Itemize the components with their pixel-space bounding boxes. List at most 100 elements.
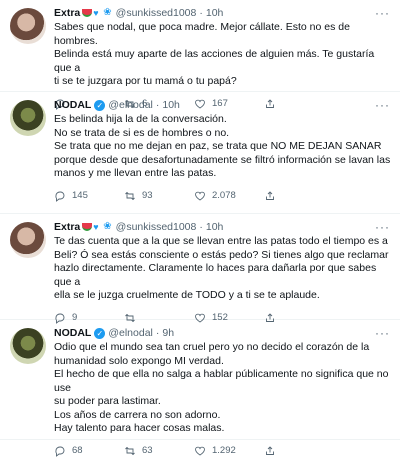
- retweet-button[interactable]: 93: [124, 190, 194, 202]
- share-button[interactable]: [264, 190, 282, 202]
- retweet-icon: [125, 446, 135, 455]
- timestamp[interactable]: 10h: [206, 220, 224, 234]
- tweet-line: su poder para lastimar.: [54, 395, 161, 407]
- retweet-count: 93: [142, 190, 153, 201]
- avatar[interactable]: [10, 100, 46, 136]
- tweet-line: Sabes que nodal, que poca madre. Mejor c…: [54, 21, 350, 47]
- tweet-line: manos y me llevan entre las patas.: [54, 167, 217, 179]
- tweet-line: Se trata que no me dejan en paz, se trat…: [54, 140, 382, 152]
- tweet-line: porque desde que desafortunadamente se f…: [54, 153, 391, 166]
- tweet-header: NODAL ✓ @elnodal · 10h ···: [54, 98, 392, 112]
- separator-dot: ·: [155, 99, 160, 111]
- reply-count: 9: [72, 312, 78, 323]
- share-icon: [266, 312, 274, 322]
- share-button[interactable]: [264, 445, 282, 457]
- tweet-actions: 68 63 1.292: [54, 440, 392, 462]
- reply-button[interactable]: 9: [54, 312, 124, 324]
- reply-icon: [55, 313, 65, 324]
- tweet-body: NODAL ✓ @elnodal · 10h ··· Es belinda hi…: [54, 98, 392, 213]
- share-button[interactable]: [264, 312, 282, 324]
- watermelon-icon: [82, 9, 93, 17]
- display-name[interactable]: Extra: [54, 220, 80, 234]
- tweet-body: Extra ♥ ❀ @sunkissed1008 · 10h ··· Sabes…: [54, 6, 392, 110]
- tweet-line: No se trata de si es de hombres o no.: [54, 126, 230, 139]
- reply-button[interactable]: 68: [54, 445, 124, 457]
- tweet-line: hazlo directamente. Claramente lo haces …: [54, 262, 377, 288]
- tweet-line: Los años de carrera no son adorno.: [54, 408, 221, 421]
- like-count: 1.292: [212, 445, 236, 456]
- heart-icon: [195, 446, 205, 456]
- tweet-line: Hay talento para hacer cosas malas.: [54, 422, 225, 434]
- tweet-text: Sabes que nodal, que poca madre. Mejor c…: [54, 21, 392, 89]
- more-options-icon[interactable]: ···: [375, 6, 392, 20]
- tweet-text: Odio que el mundo sea tan cruel pero yo …: [54, 341, 392, 436]
- heart-icon: [195, 313, 205, 323]
- tweet-line: Odio que el mundo sea tan cruel pero yo …: [54, 341, 370, 353]
- avatar[interactable]: [10, 328, 46, 364]
- separator-dot: ·: [155, 327, 160, 339]
- heart-emoji-icon: ♥: [93, 221, 99, 232]
- verified-badge-icon: ✓: [94, 99, 106, 111]
- reply-button[interactable]: 145: [54, 190, 124, 202]
- avatar[interactable]: [10, 8, 46, 44]
- heart-emoji-icon: ♥: [93, 7, 99, 18]
- tweet-text: Te das cuenta que a la que se llevan ent…: [54, 235, 392, 303]
- user-handle[interactable]: @elnodal: [108, 326, 153, 340]
- share-icon: [266, 445, 274, 455]
- reply-count: 145: [72, 190, 88, 201]
- timestamp[interactable]: 10h: [162, 98, 180, 112]
- tweet-line: ti se te juzgara por tu mamá o tu papá?: [54, 75, 237, 87]
- separator-dot: ·: [199, 221, 203, 233]
- display-name[interactable]: Extra: [54, 6, 80, 20]
- watermelon-icon: [82, 223, 93, 231]
- like-button[interactable]: 2.078: [194, 190, 264, 202]
- name-emoji: ♥ ❀: [82, 8, 112, 18]
- more-options-icon[interactable]: ···: [375, 326, 392, 340]
- avatar[interactable]: [10, 222, 46, 258]
- reply-icon: [55, 446, 65, 457]
- user-handle[interactable]: @sunkissed1008: [116, 6, 197, 20]
- tweet[interactable]: NODAL ✓ @elnodal · 9h ··· Odio que el mu…: [0, 320, 400, 457]
- like-count: 152: [212, 312, 228, 323]
- tweet-line: Beli? Ó sea estás consciente o estás ped…: [54, 248, 389, 261]
- retweet-icon: [125, 313, 135, 322]
- tweet-line: El hecho de que ella no salga a hablar p…: [54, 368, 389, 394]
- user-handle[interactable]: @sunkissed1008: [116, 220, 197, 234]
- tweet[interactable]: Extra ♥ ❀ @sunkissed1008 · 10h ··· Sabes…: [0, 0, 400, 110]
- tweet-line: humanidad solo expongo MI verdad.: [54, 354, 224, 367]
- separator-dot: ·: [199, 7, 203, 19]
- tweet-body: Extra ♥ ❀ @sunkissed1008 · 10h ··· Te da…: [54, 220, 392, 324]
- heart-icon: [195, 191, 205, 201]
- butterfly-icon: ❀: [103, 221, 112, 232]
- display-name[interactable]: NODAL: [54, 98, 91, 112]
- tweet-body: NODAL ✓ @elnodal · 9h ··· Odio que el mu…: [54, 326, 392, 457]
- retweet-count: 63: [142, 445, 153, 456]
- tweet[interactable]: NODAL ✓ @elnodal · 10h ··· Es belinda hi…: [0, 92, 400, 214]
- tweet-line: Es belinda hija la de la conversación.: [54, 113, 227, 125]
- like-button[interactable]: 1.292: [194, 445, 264, 457]
- more-options-icon[interactable]: ···: [375, 220, 392, 234]
- tweet-line: ella se le juzga cruelmente de TODO y a …: [54, 289, 320, 301]
- retweet-button[interactable]: 63: [124, 445, 194, 457]
- tweet-line: Belinda está muy aparte de las acciones …: [54, 48, 375, 74]
- tweet-header: NODAL ✓ @elnodal · 9h ···: [54, 326, 392, 340]
- display-name[interactable]: NODAL: [54, 326, 91, 340]
- reply-count: 68: [72, 445, 83, 456]
- timestamp[interactable]: 10h: [206, 6, 224, 20]
- user-handle[interactable]: @elnodal: [108, 98, 153, 112]
- tweet[interactable]: Extra ♥ ❀ @sunkissed1008 · 10h ··· Te da…: [0, 214, 400, 324]
- tweet-text: Es belinda hija la de la conversación. N…: [54, 113, 392, 181]
- tweet-line: Te das cuenta que a la que se llevan ent…: [54, 235, 388, 247]
- share-icon: [266, 190, 274, 200]
- verified-badge-icon: ✓: [94, 327, 106, 339]
- tweet-header: Extra ♥ ❀ @sunkissed1008 · 10h ···: [54, 220, 392, 234]
- timestamp[interactable]: 9h: [162, 326, 174, 340]
- more-options-icon[interactable]: ···: [375, 98, 392, 112]
- butterfly-icon: ❀: [103, 7, 112, 18]
- like-count: 2.078: [212, 190, 236, 201]
- name-emoji: ♥ ❀: [82, 222, 112, 232]
- tweet-header: Extra ♥ ❀ @sunkissed1008 · 10h ···: [54, 6, 392, 20]
- retweet-icon: [125, 191, 135, 200]
- like-button[interactable]: 152: [194, 312, 264, 324]
- retweet-button[interactable]: [124, 312, 194, 324]
